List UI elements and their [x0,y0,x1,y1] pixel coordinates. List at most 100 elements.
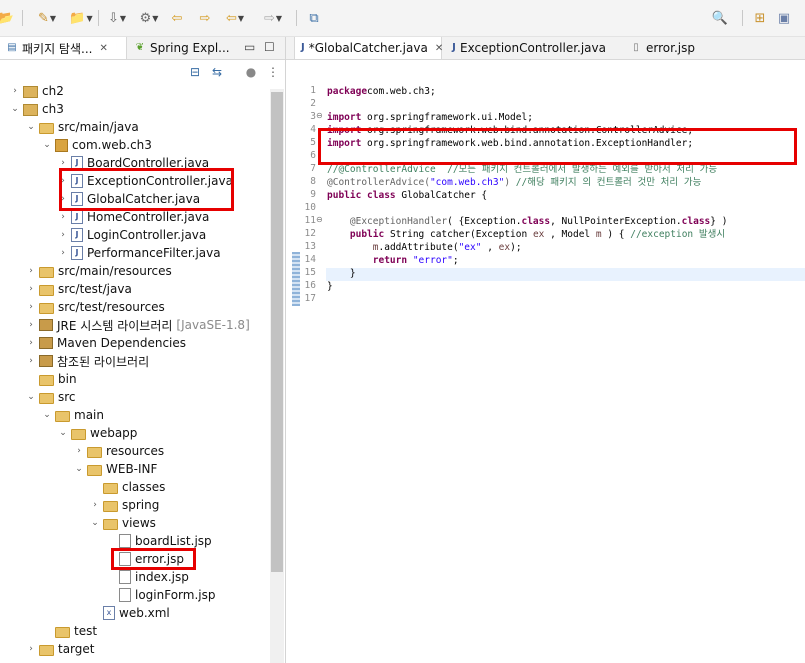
minimize-icon[interactable]: ▭ [244,40,255,54]
java-perspective-icon[interactable]: ▣ [776,9,792,27]
line-number: 9 [310,189,316,200]
tree-item[interactable]: › spring [90,496,159,514]
code-line[interactable]: packagecom.web.ch3; [327,85,436,98]
perspective-icon[interactable]: ⊞ [752,9,768,27]
nav-back-icon[interactable]: ⇦ ▼ [222,9,248,27]
code-token: @ExceptionHandler [349,216,448,227]
chevron-right-icon[interactable]: › [58,158,68,168]
chevron-down-icon[interactable]: ⌄ [42,140,52,150]
code-line[interactable]: import org.springframework.ui.Model; [327,111,533,124]
toolbar-separator [742,10,743,26]
forward-icon[interactable]: ⇨ [198,9,212,27]
collapse-all-icon[interactable]: ⊟ [188,65,202,79]
tab-globalcatcher-java[interactable]: J *GlobalCatcher.java ✕ [294,37,443,59]
tree-item[interactable]: ⌄ com.web.ch3 [42,136,152,154]
tree-item[interactable]: test [42,622,97,640]
tree-item[interactable]: ⌄ WEB-INF [74,460,157,478]
tools-icon[interactable]: ⚙ ▼ [136,9,162,27]
code-token: ex [532,229,545,240]
tree-item[interactable]: › resources [74,442,164,460]
chevron-right-icon[interactable]: › [26,302,36,312]
tree-item[interactable]: ⌄ main [42,406,104,424]
code-line[interactable]: public String catcher(Exception ex , Mod… [327,228,725,241]
chevron-right-icon[interactable]: › [26,338,36,348]
chevron-right-icon[interactable]: › [26,320,36,330]
chevron-down-icon[interactable]: ⌄ [90,518,100,528]
close-icon[interactable]: ✕ [435,43,443,54]
tree-item[interactable]: classes [90,478,165,496]
tree-item[interactable]: ⌄ webapp [58,424,137,442]
code-line[interactable]: return "error"; [327,254,459,267]
chevron-right-icon[interactable]: › [26,356,36,366]
tab-package-explorer[interactable]: ▤ 패키지 탐색... ✕ [0,37,127,59]
tree-item[interactable]: ⌄ src/main/java [26,118,139,136]
tree-item[interactable]: › target [26,640,94,658]
chevron-right-icon[interactable]: › [58,230,68,240]
chevron-right-icon[interactable]: › [58,212,68,222]
tree-item[interactable]: ⌄ views [90,514,156,532]
search-icon[interactable]: 🔍 [712,9,728,27]
focus-icon[interactable]: ● [244,65,258,79]
code-line[interactable]: m.addAttribute("ex" , ex); [327,241,522,254]
tree-item[interactable]: › ch2 [10,82,64,100]
view-menu-icon[interactable]: ⋮ [266,65,280,79]
tree-item[interactable]: › 참조된 라이브러리 [26,352,149,370]
tree-item-label: Maven Dependencies [57,336,187,350]
chevron-down-icon[interactable]: ⌄ [26,392,36,402]
code-line[interactable]: } [327,280,333,293]
chevron-down-icon[interactable]: ⌄ [58,428,68,438]
maximize-icon[interactable]: ☐ [264,40,275,54]
tree-item[interactable]: x web.xml [90,604,170,622]
chevron-right-icon[interactable]: › [74,446,84,456]
link-with-editor-icon[interactable]: ⇆ [210,65,224,79]
tree-item[interactable]: ⌄ src [26,388,75,406]
tree-item[interactable]: › src/main/resources [26,262,172,280]
chevron-right-icon[interactable]: › [90,500,100,510]
tree-item[interactable]: index.jsp [106,568,189,586]
tree-item[interactable]: ⌄ ch3 [10,100,64,118]
code-line[interactable]: @ExceptionHandler( {Exception.class, Nul… [327,215,728,228]
code-line[interactable]: @ControllerAdvice("com.web.ch3") //해당 패키… [327,176,701,189]
code-token: ; [452,255,459,266]
chevron-right-icon[interactable]: › [26,266,36,276]
tab-error-jsp[interactable]: ▯ error.jsp [624,37,724,59]
code-token: GlobalCatcher { [395,190,488,201]
new-window-icon[interactable]: ⧉ [306,9,322,27]
tree-item[interactable]: bin [26,370,77,388]
download-icon[interactable]: ⇩ ▼ [104,9,130,27]
tab-label: 패키지 탐색... [22,41,93,56]
chevron-right-icon[interactable]: › [58,248,68,258]
new-folder-icon[interactable]: 📂 [0,9,14,27]
fold-toggle-icon[interactable]: ⊖ [316,215,323,224]
project-icon [23,103,38,116]
chevron-down-icon[interactable]: ⌄ [26,122,36,132]
tab-spring-explorer[interactable]: ❦ Spring Expl... [128,37,236,59]
tree-item[interactable]: › src/test/java [26,280,132,298]
line-number: 7 [310,163,316,174]
tree-item[interactable]: › src/test/resources [26,298,165,316]
open-icon[interactable]: 📁 ▼ [66,9,96,27]
tree-item[interactable]: › JRE 시스템 라이브러리 [JavaSE-1.8] [26,316,250,334]
tree-item[interactable]: › Maven Dependencies [26,334,186,352]
tree-item-label: 참조된 라이브러리 [57,354,150,369]
tree-item[interactable]: › J LoginController.java [58,226,206,244]
code-line[interactable]: public class GlobalCatcher { [327,189,487,202]
run-icon[interactable]: ✎ ▼ [32,9,62,27]
code-token: com.web.ch3; [367,86,436,97]
chevron-down-icon[interactable]: ⌄ [42,410,52,420]
tab-exceptioncontroller-java[interactable]: J ExceptionController.java [446,37,606,59]
chevron-right-icon[interactable]: › [26,644,36,654]
nav-forward-icon[interactable]: ⇨ ▼ [258,9,288,27]
chevron-down-icon[interactable]: ⌄ [74,464,84,474]
chevron-right-icon[interactable]: › [26,284,36,294]
tree-scrollbar-thumb[interactable] [271,92,283,572]
close-icon[interactable]: ✕ [99,43,107,54]
back-icon[interactable]: ⇦ [170,9,184,27]
chevron-down-icon[interactable]: ⌄ [10,104,20,114]
tree-item[interactable]: loginForm.jsp [106,586,215,604]
tree-item[interactable]: › J PerformanceFilter.java [58,244,221,262]
code-line[interactable]: } [327,267,356,280]
chevron-right-icon[interactable]: › [10,86,20,96]
fold-toggle-icon[interactable]: ⊖ [316,111,323,120]
